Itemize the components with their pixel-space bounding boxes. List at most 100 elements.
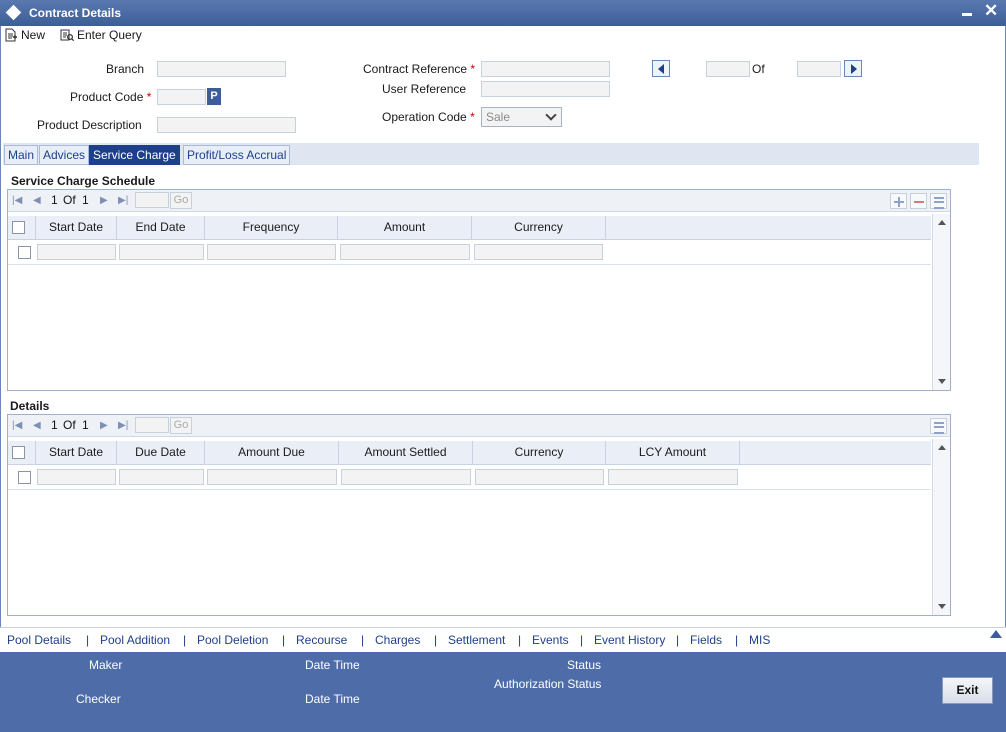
link-charges[interactable]: Charges <box>375 633 420 647</box>
column-header[interactable]: Currency <box>473 441 606 464</box>
operation-code-label: Operation Code * <box>382 110 475 124</box>
first-page-icon[interactable]: |◀ <box>12 195 22 206</box>
prev-page-icon[interactable]: ◀ <box>33 420 41 431</box>
select-all-checkbox[interactable] <box>12 446 25 459</box>
product-code-input[interactable] <box>157 89 206 105</box>
next-page-icon[interactable]: ▶ <box>100 420 108 431</box>
record-total-input[interactable] <box>797 61 841 77</box>
details-vertical-scrollbar[interactable] <box>932 439 950 615</box>
window-title-bar: Contract Details ✕ <box>0 0 1006 26</box>
link-pool-details[interactable]: Pool Details <box>7 633 71 647</box>
record-current-input[interactable] <box>706 61 750 77</box>
due-date-cell[interactable] <box>119 469 204 485</box>
schedule-page-of: Of <box>63 193 76 207</box>
tab-profit-loss-accrual[interactable]: Profit/Loss Accrual <box>183 145 291 165</box>
single-view-icon[interactable] <box>930 418 947 434</box>
details-page-total: 1 <box>82 418 89 432</box>
schedule-go-button[interactable]: Go <box>170 192 192 209</box>
start-date-cell[interactable] <box>37 244 116 260</box>
column-header[interactable]: Amount Due <box>205 441 339 464</box>
frequency-cell[interactable] <box>207 244 336 260</box>
sub-screen-link-bar: Pool Details | Pool Addition | Pool Dele… <box>0 627 1006 652</box>
last-page-icon[interactable]: ▶| <box>118 420 128 431</box>
amount-settled-cell[interactable] <box>341 469 471 485</box>
prev-page-icon[interactable]: ◀ <box>33 195 41 206</box>
branch-input[interactable] <box>157 61 286 77</box>
details-grid: |◀ ◀ 1 Of 1 ▶ ▶| Go Start Date Due Date … <box>7 414 951 616</box>
schedule-grid-toolbar: |◀ ◀ 1 Of 1 ▶ ▶| Go <box>8 190 950 212</box>
amount-due-cell[interactable] <box>207 469 337 485</box>
operation-code-select[interactable]: Sale <box>481 107 562 127</box>
column-header[interactable]: End Date <box>117 216 205 239</box>
end-date-cell[interactable] <box>119 244 204 260</box>
checker-label: Checker <box>76 692 121 706</box>
single-view-icon[interactable] <box>930 193 947 209</box>
row-checkbox[interactable] <box>18 246 31 259</box>
details-page-current: 1 <box>51 418 58 432</box>
tab-service-charge[interactable]: Service Charge <box>89 145 180 165</box>
user-reference-input[interactable] <box>481 81 610 97</box>
start-date-cell[interactable] <box>37 469 116 485</box>
collapse-up-icon[interactable] <box>990 630 1002 638</box>
new-button[interactable]: New <box>4 28 45 42</box>
link-fields[interactable]: Fields <box>690 633 722 647</box>
column-header[interactable]: LCY Amount <box>606 441 740 464</box>
schedule-grid: |◀ ◀ 1 Of 1 ▶ ▶| Go Start Date End Date … <box>7 189 951 391</box>
column-header[interactable]: Start Date <box>36 216 117 239</box>
link-recourse[interactable]: Recourse <box>296 633 347 647</box>
scroll-down-icon[interactable] <box>938 379 946 384</box>
product-code-lov-button[interactable]: P <box>207 88 221 105</box>
link-settlement[interactable]: Settlement <box>448 633 505 647</box>
tab-advices[interactable]: Advices <box>39 145 90 165</box>
link-pool-addition[interactable]: Pool Addition <box>100 633 170 647</box>
next-record-button[interactable] <box>844 60 862 77</box>
first-page-icon[interactable]: |◀ <box>12 420 22 431</box>
schedule-page-total: 1 <box>82 193 89 207</box>
currency-cell[interactable] <box>475 469 604 485</box>
column-header[interactable]: Start Date <box>36 441 117 464</box>
link-pool-deletion[interactable]: Pool Deletion <box>197 633 268 647</box>
delete-row-icon[interactable] <box>910 193 927 209</box>
scroll-down-icon[interactable] <box>938 604 946 609</box>
tab-main[interactable]: Main <box>4 145 39 165</box>
exit-button[interactable]: Exit <box>942 677 993 704</box>
scroll-up-icon[interactable] <box>938 445 946 450</box>
branch-label: Branch <box>106 62 145 76</box>
column-header[interactable]: Due Date <box>117 441 205 464</box>
link-events[interactable]: Events <box>532 633 569 647</box>
close-icon[interactable]: ✕ <box>984 2 998 19</box>
details-go-button[interactable]: Go <box>170 417 192 434</box>
lcy-amount-cell[interactable] <box>608 469 738 485</box>
schedule-vertical-scrollbar[interactable] <box>932 214 950 390</box>
operation-code-value: Sale <box>486 110 511 124</box>
details-page-of: Of <box>63 418 76 432</box>
link-mis[interactable]: MIS <box>749 633 770 647</box>
link-separator: | <box>580 633 584 647</box>
column-header[interactable]: Frequency <box>205 216 338 239</box>
column-header[interactable]: Amount Settled <box>339 441 473 464</box>
minimize-icon[interactable] <box>962 13 972 16</box>
audit-footer: Maker Date Time Status Authorization Sta… <box>0 652 1006 732</box>
select-all-cell <box>8 216 36 239</box>
app-diamond-icon <box>5 4 22 21</box>
amount-cell[interactable] <box>340 244 470 260</box>
link-separator: | <box>361 633 365 647</box>
select-all-checkbox[interactable] <box>12 221 25 234</box>
column-header[interactable]: Amount <box>338 216 472 239</box>
scroll-up-icon[interactable] <box>938 220 946 225</box>
next-page-icon[interactable]: ▶ <box>100 195 108 206</box>
column-header[interactable]: Currency <box>472 216 606 239</box>
currency-cell[interactable] <box>474 244 603 260</box>
schedule-page-input[interactable] <box>135 192 169 208</box>
row-checkbox[interactable] <box>18 471 31 484</box>
details-grid-toolbar: |◀ ◀ 1 Of 1 ▶ ▶| Go <box>8 415 950 437</box>
details-page-input[interactable] <box>135 417 169 433</box>
product-description-input[interactable] <box>157 117 296 133</box>
contract-reference-input[interactable] <box>481 61 610 77</box>
link-event-history[interactable]: Event History <box>594 633 665 647</box>
add-row-icon[interactable] <box>890 193 907 209</box>
select-all-cell <box>8 441 36 464</box>
last-page-icon[interactable]: ▶| <box>118 195 128 206</box>
enter-query-button[interactable]: Enter Query <box>59 28 142 42</box>
previous-record-button[interactable] <box>652 60 670 77</box>
